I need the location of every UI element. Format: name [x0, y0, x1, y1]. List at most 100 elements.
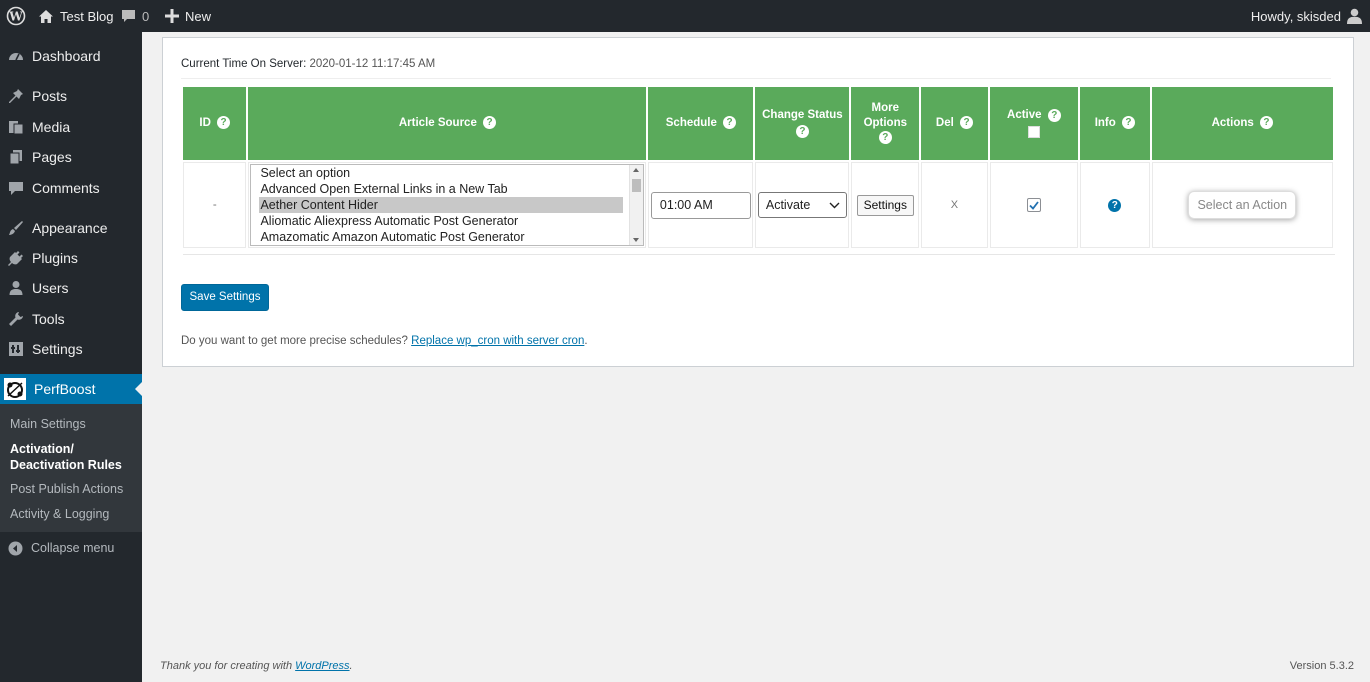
cell-actions: Select an Action [1151, 162, 1333, 248]
menu-label: Plugins [32, 250, 78, 266]
perfboost-submenu: Main Settings Activation/ Deactivation R… [0, 404, 142, 532]
help-icon[interactable]: ? [795, 125, 809, 139]
col-header-id: ID ? [183, 87, 247, 160]
wrench-icon [8, 311, 24, 327]
submenu-item-activation-rules-line1[interactable]: Activation/ [10, 441, 74, 457]
comment-bubble-icon [121, 9, 136, 23]
listbox-option[interactable]: Select an option [259, 165, 623, 181]
help-icon[interactable]: ? [1047, 108, 1061, 122]
scroll-up-arrow-icon[interactable] [633, 168, 640, 172]
table-bottom-border [183, 254, 1335, 255]
menu-label: Posts [32, 88, 68, 104]
menu-item-perfboost[interactable]: PerfBoost [0, 374, 142, 404]
cell-active [989, 162, 1079, 248]
cell-id: - [183, 162, 247, 248]
pin-icon [8, 88, 24, 104]
menu-item-settings[interactable]: Settings [0, 334, 142, 364]
listbox-scrollbar[interactable] [629, 165, 644, 245]
help-icon[interactable]: ? [723, 116, 737, 130]
user-avatar-icon [1347, 8, 1362, 24]
col-header-article-source: Article Source ? [248, 87, 647, 160]
scrollbar-thumb[interactable] [632, 179, 642, 192]
menu-item-comments[interactable]: Comments [0, 173, 142, 203]
menu-item-dashboard[interactable]: Dashboard [0, 41, 142, 71]
menu-label: Pages [32, 149, 72, 165]
new-content-link[interactable]: New [165, 0, 211, 32]
comments-link[interactable]: 0 [121, 0, 149, 32]
wordpress-link[interactable]: WordPress [295, 660, 349, 672]
help-icon[interactable]: ? [1259, 116, 1273, 130]
article-source-listbox[interactable]: Select an option Advanced Open External … [250, 164, 645, 246]
active-checkbox[interactable] [1026, 198, 1041, 212]
listbox-option-selected[interactable]: Aether Content Hider [259, 197, 624, 213]
pages-icon [8, 149, 24, 165]
howdy-greeting: Howdy, skisded [1250, 8, 1341, 24]
menu-item-pages[interactable]: Pages [0, 142, 142, 172]
perfboost-icon [4, 378, 26, 400]
wordpress-logo-icon[interactable]: W [6, 0, 26, 32]
wp-version: Version 5.3.2 [1289, 660, 1354, 672]
table-header-row: ID ? Article Source ? Schedule ? Change … [183, 87, 1333, 160]
submenu-item-activation-rules-line2[interactable]: Deactivation Rules [10, 457, 122, 473]
table-row: - Select an option Advanced Open Externa… [183, 162, 1333, 248]
server-time: Current Time On Server: 2020-01-12 11:17… [181, 58, 435, 70]
help-icon[interactable]: ? [960, 116, 974, 130]
help-icon[interactable]: ? [483, 116, 497, 130]
cell-more-options: Settings [851, 162, 920, 248]
delete-rule-button[interactable]: X [951, 199, 958, 211]
svg-text:W: W [8, 10, 23, 24]
help-icon[interactable]: ? [1121, 116, 1135, 130]
brush-icon [8, 220, 24, 236]
menu-item-tools[interactable]: Tools [0, 304, 142, 334]
schedule-time-input[interactable]: 01:00 AM [650, 191, 751, 219]
rules-table: ID ? Article Source ? Schedule ? Change … [181, 85, 1335, 250]
site-name-link[interactable]: Test Blog [38, 0, 113, 32]
menu-item-users[interactable]: Users [0, 273, 142, 303]
menu-label: PerfBoost [34, 381, 96, 397]
account-menu[interactable]: Howdy, skisded [1251, 0, 1362, 32]
submenu-item-post-publish-actions[interactable]: Post Publish Actions [10, 481, 123, 497]
col-header-info: Info ? [1080, 87, 1150, 160]
change-status-select[interactable]: Activate [757, 192, 847, 218]
new-label: New [185, 8, 212, 24]
more-options-settings-button[interactable]: Settings [856, 194, 914, 216]
listbox-option[interactable]: Advanced Open External Links in a New Ta… [259, 181, 623, 197]
select-action-dropdown[interactable]: Select an Action [1188, 191, 1297, 219]
cell-del: X [921, 162, 988, 248]
settings-icon [8, 341, 24, 357]
save-settings-button[interactable]: Save Settings [181, 284, 269, 311]
comment-icon [8, 180, 24, 196]
submenu-item-activity-logging[interactable]: Activity & Logging [10, 506, 109, 522]
media-icon [8, 119, 24, 135]
menu-item-posts[interactable]: Posts [0, 81, 142, 111]
col-header-del: Del ? [921, 87, 988, 160]
menu-label: Dashboard [32, 48, 101, 64]
admin-bar: W Test Blog 0 New Howdy, skisded [0, 0, 1370, 32]
comments-count: 0 [142, 8, 150, 24]
menu-label: Users [32, 280, 69, 296]
select-all-checkbox[interactable] [1027, 126, 1040, 139]
info-icon[interactable]: ? [1108, 198, 1122, 212]
replace-cron-link[interactable]: Replace wp_cron with server cron [411, 335, 584, 347]
chevron-down-icon [829, 198, 840, 212]
listbox-option[interactable]: Amazomatic Amazon Automatic Post Generat… [259, 229, 623, 245]
help-icon[interactable]: ? [878, 131, 892, 145]
footer-thanks: Thank you for creating with WordPress. [160, 660, 353, 672]
site-name: Test Blog [60, 8, 114, 24]
col-header-active: Active ? [989, 87, 1079, 160]
cell-change-status: Activate [755, 162, 850, 248]
admin-sidebar: Dashboard Posts Media Pages Comments App… [0, 32, 142, 682]
menu-item-media[interactable]: Media [0, 112, 142, 142]
scroll-down-arrow-icon[interactable] [633, 238, 640, 242]
home-icon [38, 9, 54, 24]
menu-item-appearance[interactable]: Appearance [0, 213, 142, 243]
submenu-item-main-settings[interactable]: Main Settings [10, 416, 86, 432]
listbox-option[interactable]: Aliomatic Aliexpress Automatic Post Gene… [259, 213, 623, 229]
collapse-menu-button[interactable]: Collapse menu [0, 537, 142, 559]
cell-schedule: 01:00 AM [648, 162, 754, 248]
collapse-label: Collapse menu [31, 541, 115, 555]
col-header-more-options: More Options? [851, 87, 920, 160]
menu-label: Tools [32, 311, 65, 327]
menu-item-plugins[interactable]: Plugins [0, 243, 142, 273]
help-icon[interactable]: ? [217, 116, 231, 130]
